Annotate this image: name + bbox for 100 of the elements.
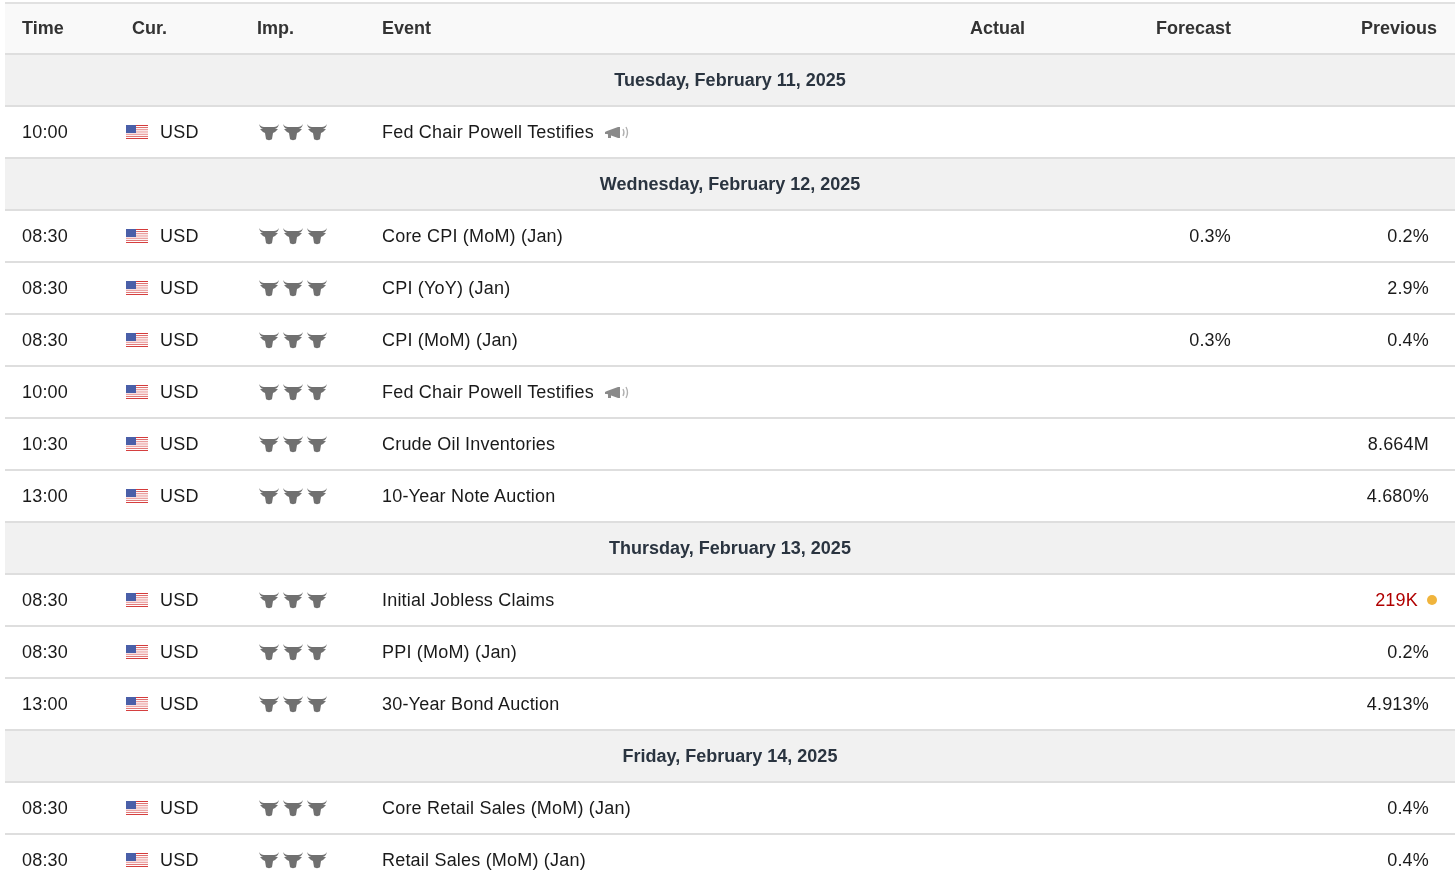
bull-icon: [258, 487, 280, 505]
bull-icon: [258, 851, 280, 869]
previous-value: 4.913%: [1366, 693, 1429, 715]
bull-icon: [282, 279, 304, 297]
time-cell: 10:00: [22, 381, 69, 403]
currency-cell: USD: [160, 589, 199, 611]
bull-icon: [306, 123, 328, 141]
us-flag-icon: [126, 488, 148, 504]
us-flag-icon: [126, 124, 148, 140]
bull-icon: [306, 279, 328, 297]
currency-cell: USD: [160, 693, 199, 715]
date-label: Thursday, February 13, 2025: [609, 537, 851, 559]
time-cell: 08:30: [22, 641, 69, 663]
bull-icon: [306, 591, 328, 609]
date-label: Friday, February 14, 2025: [622, 745, 838, 767]
bull-icon: [282, 435, 304, 453]
us-flag-icon: [126, 228, 148, 244]
bull-icon: [282, 643, 304, 661]
currency-cell: USD: [160, 225, 199, 247]
bull-icon: [306, 383, 328, 401]
us-flag-icon: [126, 384, 148, 400]
forecast-value: 0.3%: [1189, 225, 1231, 247]
bull-icon: [306, 331, 328, 349]
event-name[interactable]: CPI (YoY) (Jan): [382, 277, 511, 299]
us-flag-icon: [126, 332, 148, 348]
date-label: Tuesday, February 11, 2025: [614, 69, 846, 91]
event-name[interactable]: 10-Year Note Auction: [382, 485, 556, 507]
bull-icon: [306, 487, 328, 505]
currency-cell: USD: [160, 641, 199, 663]
time-cell: 13:00: [22, 485, 69, 507]
bull-icon: [282, 227, 304, 245]
time-cell: 08:30: [22, 277, 69, 299]
currency-cell: USD: [160, 329, 199, 351]
us-flag-icon: [126, 800, 148, 816]
column-header: Imp.: [256, 18, 295, 39]
bull-icon: [258, 331, 280, 349]
previous-value: 0.4%: [1387, 329, 1429, 351]
previous-value: 219K: [1375, 589, 1418, 611]
bull-icon: [258, 279, 280, 297]
bull-icon: [258, 643, 280, 661]
currency-cell: USD: [160, 121, 199, 143]
event-name[interactable]: Core Retail Sales (MoM) (Jan): [382, 797, 631, 819]
currency-cell: USD: [160, 277, 199, 299]
bull-icon: [282, 123, 304, 141]
event-name[interactable]: Fed Chair Powell Testifies: [382, 381, 594, 403]
previous-value: 0.2%: [1387, 225, 1429, 247]
column-header: Actual: [969, 18, 1026, 39]
us-flag-icon: [126, 852, 148, 868]
currency-cell: USD: [160, 381, 199, 403]
bull-icon: [258, 383, 280, 401]
time-cell: 10:30: [22, 433, 69, 455]
time-cell: 08:30: [22, 797, 69, 819]
time-cell: 13:00: [22, 693, 69, 715]
us-flag-icon: [126, 280, 148, 296]
bull-icon: [258, 123, 280, 141]
us-flag-icon: [126, 644, 148, 660]
bull-icon: [258, 695, 280, 713]
previous-value: 4.680%: [1366, 485, 1429, 507]
bull-icon: [306, 799, 328, 817]
time-cell: 08:30: [22, 225, 69, 247]
bull-icon: [282, 799, 304, 817]
bull-icon: [258, 591, 280, 609]
previous-value: 0.2%: [1387, 641, 1429, 663]
bull-icon: [282, 331, 304, 349]
currency-cell: USD: [160, 849, 199, 871]
us-flag-icon: [126, 696, 148, 712]
bull-icon: [306, 643, 328, 661]
event-name[interactable]: PPI (MoM) (Jan): [382, 641, 517, 663]
previous-value: 8.664M: [1367, 433, 1429, 455]
time-cell: 08:30: [22, 589, 69, 611]
event-name[interactable]: CPI (MoM) (Jan): [382, 329, 518, 351]
bull-icon: [282, 591, 304, 609]
bull-icon: [258, 227, 280, 245]
time-cell: 08:30: [22, 849, 69, 871]
bull-icon: [258, 799, 280, 817]
bull-icon: [306, 695, 328, 713]
column-header: Previous: [1359, 18, 1438, 39]
column-header: Event: [381, 18, 433, 39]
previous-value: 0.4%: [1387, 849, 1429, 871]
bull-icon: [282, 851, 304, 869]
event-name[interactable]: Crude Oil Inventories: [382, 433, 556, 455]
us-flag-icon: [126, 592, 148, 608]
currency-cell: USD: [160, 433, 199, 455]
event-name[interactable]: Initial Jobless Claims: [382, 589, 555, 611]
event-name[interactable]: Fed Chair Powell Testifies: [382, 121, 594, 143]
bull-icon: [282, 487, 304, 505]
currency-cell: USD: [160, 797, 199, 819]
bull-icon: [282, 383, 304, 401]
bull-icon: [306, 851, 328, 869]
bull-icon: [306, 227, 328, 245]
time-cell: 08:30: [22, 329, 69, 351]
event-name[interactable]: Core CPI (MoM) (Jan): [382, 225, 564, 247]
previous-value: 2.9%: [1387, 277, 1429, 299]
event-name[interactable]: 30-Year Bond Auction: [382, 693, 560, 715]
time-cell: 10:00: [22, 121, 69, 143]
column-header: Forecast: [1154, 18, 1232, 39]
bull-icon: [306, 435, 328, 453]
date-label: Wednesday, February 12, 2025: [599, 173, 861, 195]
forecast-value: 0.3%: [1189, 329, 1231, 351]
event-name[interactable]: Retail Sales (MoM) (Jan): [382, 849, 586, 871]
